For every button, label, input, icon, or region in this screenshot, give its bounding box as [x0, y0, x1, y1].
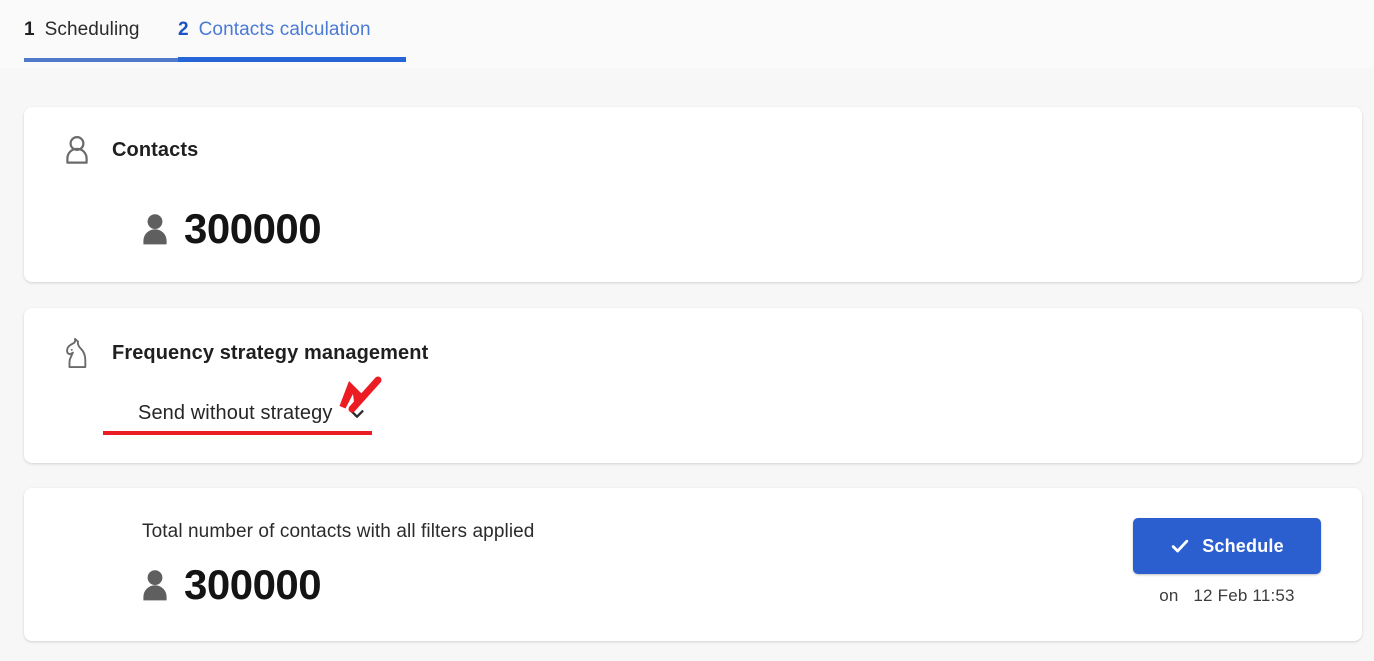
schedule-time-prefix: on [1159, 586, 1179, 605]
total-contacts-count-value: 300000 [184, 561, 322, 608]
total-contacts-card: Total number of contacts with all filter… [24, 488, 1362, 641]
frequency-strategy-title: Frequency strategy management [112, 341, 429, 364]
check-icon [1170, 536, 1190, 556]
contacts-count-row: 300000 [142, 205, 322, 252]
person-filled-icon [142, 569, 168, 601]
tab-contacts-calculation-underline [178, 57, 406, 62]
contacts-card-header: Contacts [60, 133, 198, 167]
contacts-card: Contacts 300000 [24, 107, 1362, 282]
frequency-strategy-header: Frequency strategy management [60, 336, 428, 370]
red-underline-annotation [103, 431, 372, 435]
chess-knight-icon [60, 336, 94, 370]
person-filled-icon [142, 213, 168, 245]
total-contacts-count-row: 300000 [142, 561, 322, 608]
schedule-button-label: Schedule [1202, 535, 1284, 556]
frequency-strategy-selected-value: Send without strategy [138, 402, 333, 424]
tab-scheduling-label: Scheduling [44, 19, 140, 40]
contacts-card-title: Contacts [112, 138, 199, 161]
tab-contacts-calculation[interactable]: 2 Contacts calculation [178, 18, 371, 48]
total-contacts-label: Total number of contacts with all filter… [142, 521, 535, 542]
red-arrow-annotation [337, 376, 385, 420]
tab-bar: 1 Scheduling 2 Contacts calculation [0, 0, 1374, 68]
tab-contacts-calculation-number: 2 [178, 19, 189, 40]
person-outline-icon [60, 133, 94, 167]
contacts-count-value: 300000 [184, 205, 322, 252]
tab-scheduling-number: 1 [24, 19, 35, 40]
frequency-strategy-card: Frequency strategy management Send witho… [24, 308, 1362, 463]
tab-contacts-calculation-label: Contacts calculation [198, 19, 371, 40]
schedule-time-row: on 12 Feb 11:53 [1130, 586, 1324, 606]
tab-scheduling-underline [24, 58, 178, 62]
frequency-strategy-select[interactable]: Send without strategy [138, 402, 366, 425]
schedule-button[interactable]: Schedule [1133, 518, 1321, 574]
tab-scheduling[interactable]: 1 Scheduling [24, 18, 140, 48]
schedule-time-value: 12 Feb 11:53 [1193, 586, 1295, 605]
